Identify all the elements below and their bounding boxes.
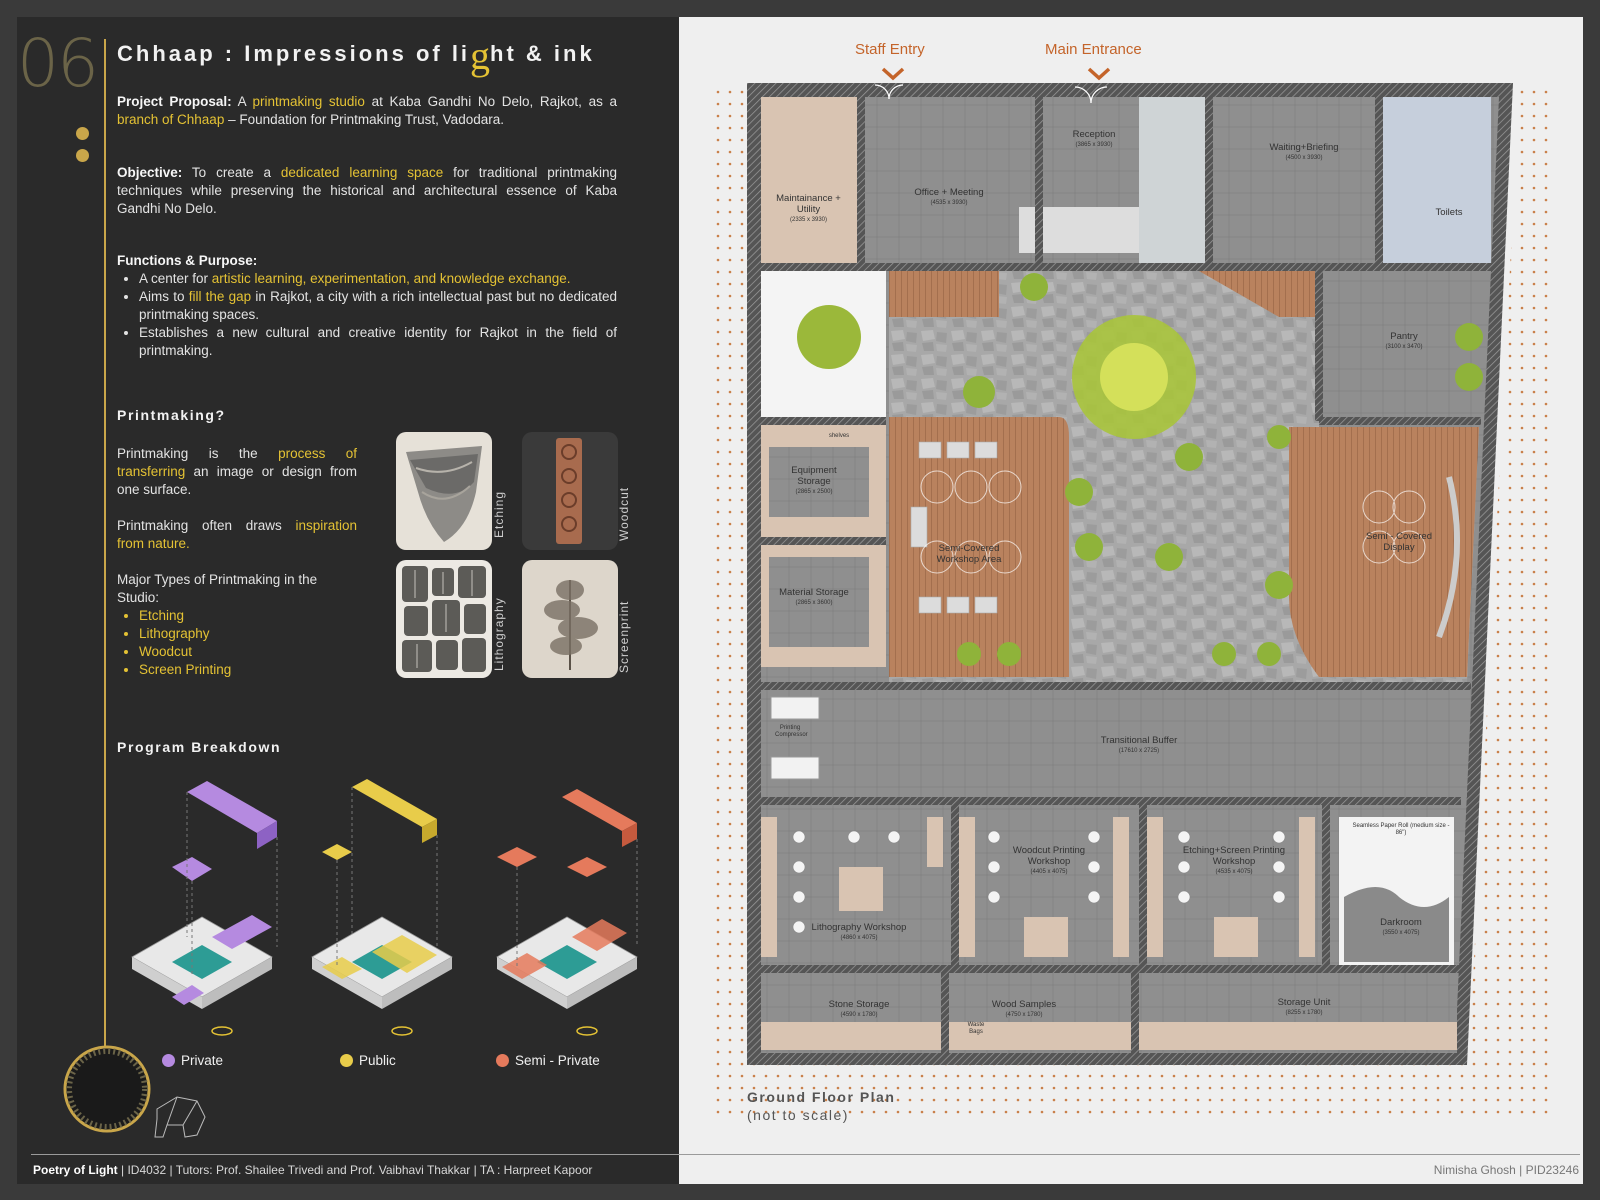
sheet-number: 06 xyxy=(17,25,99,102)
bullet-dot xyxy=(76,127,89,140)
program-diagrams xyxy=(131,779,638,1036)
footer-credits: Poetry of Light | ID4032 | Tutors: Prof.… xyxy=(33,1163,593,1177)
footer-divider xyxy=(31,1154,1580,1155)
chhaap-logo xyxy=(63,1045,206,1138)
room-label: Storage Unit (8255 x 1780) xyxy=(1277,997,1331,1016)
objective: Objective: To create a dedicated learnin… xyxy=(117,165,618,216)
room-label: Waste Bags xyxy=(967,1022,985,1035)
bullet-dot xyxy=(76,149,89,162)
list-item: Aims to fill the gap in Rajkot, a city w… xyxy=(139,288,617,324)
photo-label: Woodcut xyxy=(617,486,631,541)
plan-title: Ground Floor Plan xyxy=(747,1089,896,1105)
public-diagram xyxy=(311,779,453,1036)
room-label: Wood Samples (4750 x 1780) xyxy=(991,999,1057,1018)
list-item: Etching xyxy=(139,607,357,625)
printmaking-heading: Printmaking? xyxy=(117,407,226,423)
room-label: Equipment Storage (2865 x 2500) xyxy=(791,465,837,495)
floor-plan xyxy=(709,83,1549,1117)
room-label: Darkroom (3550 x 4075) xyxy=(1380,917,1422,936)
screenprint-photo xyxy=(522,560,618,678)
list-item: Woodcut xyxy=(139,643,357,661)
presentation-board: 06 Chhaap : Impressions of light & ink P… xyxy=(17,17,1583,1184)
photo-label: Screenprint xyxy=(617,600,631,673)
printmaking-description: Printmaking is the process of transferri… xyxy=(117,445,357,679)
program-heading: Program Breakdown xyxy=(117,739,282,755)
legend-swatch xyxy=(340,1054,353,1067)
room-label: Seamless Paper Roll (medium size - 86") xyxy=(1352,823,1450,836)
semi-private-diagram xyxy=(496,789,638,1036)
list-item: Establishes a new cultural and creative … xyxy=(139,324,617,360)
room-label: Toilets xyxy=(1435,207,1463,218)
room-label: shelves xyxy=(828,433,850,439)
list-item: Screen Printing xyxy=(139,661,357,679)
list-item: A center for artistic learning, experime… xyxy=(139,270,617,288)
room-label: Semi-Covered Workshop Area xyxy=(936,543,1002,565)
room-label: Stone Storage (4590 x 1780) xyxy=(828,999,890,1018)
list-item: Lithography xyxy=(139,625,357,643)
functions-purpose: Functions & Purpose: A center for artist… xyxy=(117,252,617,360)
legend-public: Public xyxy=(340,1053,396,1068)
room-label: Office + Meeting (4535 x 3930) xyxy=(914,187,984,206)
etching-photo xyxy=(396,432,492,550)
legend-semi-private: Semi - Private xyxy=(496,1053,600,1068)
room-label: Transitional Buffer (17610 x 2725) xyxy=(1100,735,1178,754)
project-proposal: Project Proposal: A printmaking studio a… xyxy=(117,94,617,127)
legend-swatch xyxy=(496,1054,509,1067)
photo-label: Etching xyxy=(492,490,506,538)
floor-plan-panel: Staff Entry Main Entrance Maintainance +… xyxy=(679,17,1583,1184)
private-diagram xyxy=(131,781,278,1036)
lithography-photo xyxy=(396,560,492,678)
room-label: Maintainance + Utility (2335 x 3930) xyxy=(776,193,841,223)
room-label: Semi - Covered Display xyxy=(1366,531,1432,553)
elephant-icon xyxy=(154,1096,206,1138)
room-label: Printing Compressor xyxy=(775,725,808,738)
room-label: Waiting+Briefing (4500 x 3930) xyxy=(1269,142,1339,161)
room-label: Pantry (3100 x 3470) xyxy=(1385,331,1423,350)
room-label: Material Storage (2865 x 3600) xyxy=(779,587,849,606)
divider-line xyxy=(104,39,106,1079)
photo-label: Lithography xyxy=(492,597,506,671)
room-label: Reception (3865 x 3930) xyxy=(1072,129,1116,148)
woodcut-photo xyxy=(522,432,618,550)
plan-subtitle: (not to scale) xyxy=(747,1107,849,1123)
footer-author: Nimisha Ghosh | PID23246 xyxy=(1433,1163,1579,1177)
room-label: Woodcut Printing Workshop (4405 x 4075) xyxy=(1012,845,1086,875)
room-label: Lithography Workshop (4860 x 4075) xyxy=(811,922,907,941)
room-label: Etching+Screen Printing Workshop (4535 x … xyxy=(1182,845,1286,875)
left-panel: 06 Chhaap : Impressions of light & ink P… xyxy=(17,17,677,1157)
page-title: Chhaap : Impressions of light & ink xyxy=(117,33,595,78)
